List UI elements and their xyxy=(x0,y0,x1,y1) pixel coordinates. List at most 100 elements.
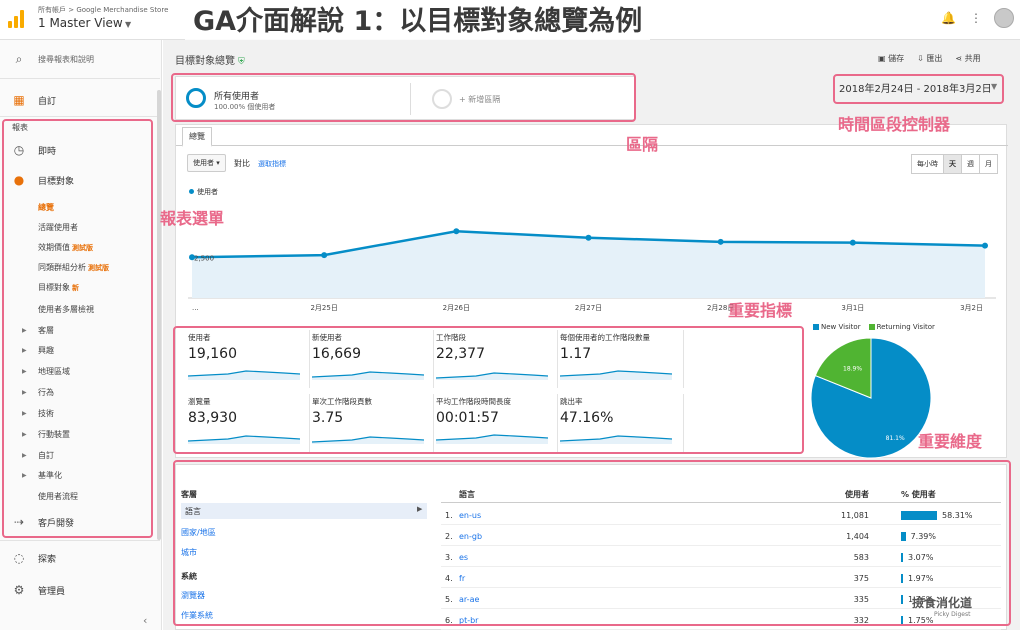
sidebar-item-discover[interactable]: ◌ 探索 xyxy=(0,548,160,568)
row-language-link[interactable]: en-us xyxy=(459,511,481,520)
add-segment-button[interactable]: + 新增區隔 xyxy=(459,94,500,105)
row-language-link[interactable]: es xyxy=(459,553,468,562)
sidebar-group-demographics[interactable]: 客層 xyxy=(38,325,54,336)
metric-tile-pages-per-session[interactable]: 單次工作階段頁數 3.75 xyxy=(312,394,434,452)
row-users: 375 xyxy=(853,574,869,583)
save-button[interactable]: ▣ 儲存 xyxy=(878,53,904,64)
beta-badge: 測試版 xyxy=(88,264,109,272)
account-breadcrumb[interactable]: 所有帳戶 > Google Merchandise Store xyxy=(38,5,168,15)
metric-tile-users[interactable]: 使用者 19,160 xyxy=(188,330,310,388)
bell-icon[interactable]: 🔔 xyxy=(941,11,956,25)
verified-shield-icon: ⛨ xyxy=(238,57,245,67)
metric-dropdown[interactable]: 使用者 ▾ xyxy=(187,154,226,172)
subitem-label: 使用者多層檢視 xyxy=(38,305,94,314)
row-share-bar xyxy=(901,574,903,583)
date-range-picker[interactable]: 2018年2月24日 - 2018年3月2日 xyxy=(839,80,992,95)
sidebar-subitem-lifetime-value[interactable]: 效期價值 測試版 xyxy=(38,242,93,253)
sidebar-group-custom[interactable]: 自訂 xyxy=(38,450,54,461)
expand-triangle-icon[interactable]: ▶ xyxy=(22,431,27,438)
sidebar-group-mobile[interactable]: 行動裝置 xyxy=(38,429,70,440)
granularity-week[interactable]: 週 xyxy=(961,154,980,174)
sidebar-item-custom[interactable]: ▦ 自訂 xyxy=(0,90,160,110)
row-language-link[interactable]: en-gb xyxy=(459,532,482,541)
view-selector[interactable]: 1 Master View xyxy=(38,16,123,30)
sidebar-subitem-overview[interactable]: 總覽 xyxy=(38,202,54,213)
dimension-browser[interactable]: 瀏覽器 xyxy=(181,590,205,601)
dimension-os[interactable]: 作業系統 xyxy=(181,610,213,621)
expand-triangle-icon[interactable]: ▶ xyxy=(22,327,27,334)
row-language-link[interactable]: ar-ae xyxy=(459,595,479,604)
sidebar-group-benchmarking[interactable]: 基準化 xyxy=(38,470,62,481)
table-row[interactable]: 1. en-us 11,081 58.31% xyxy=(441,505,1001,525)
row-language-link[interactable]: fr xyxy=(459,574,465,583)
table-row[interactable]: 2. en-gb 1,404 7.39% xyxy=(441,526,1001,546)
select-metric-link[interactable]: 選取指標 xyxy=(258,159,286,169)
sidebar-group-geo[interactable]: 地理區域 xyxy=(38,366,70,377)
sidebar-item-realtime[interactable]: ◷ 即時 xyxy=(0,140,160,160)
pie-label-returning: 18.9% xyxy=(843,366,862,373)
add-segment-ring-icon[interactable] xyxy=(432,89,452,109)
sidebar-subitem-audiences[interactable]: 目標對象新 xyxy=(38,282,79,293)
expand-triangle-icon[interactable]: ▶ xyxy=(22,452,27,459)
collapse-sidebar-icon[interactable]: ‹ xyxy=(143,614,147,627)
sparkline xyxy=(560,370,672,380)
sidebar-item-label: 即時 xyxy=(38,146,57,157)
sparkline xyxy=(436,434,548,444)
segment-ring-icon xyxy=(186,88,206,108)
tab-overview[interactable]: 總覽 xyxy=(182,127,212,147)
row-pct: 7.39% xyxy=(910,532,936,541)
export-button[interactable]: ⇩ 匯出 xyxy=(917,53,942,64)
sidebar-subitem-active-users[interactable]: 活躍使用者 xyxy=(38,222,78,233)
sidebar-scrollbar[interactable] xyxy=(157,90,161,540)
table-row[interactable]: 4. fr 375 1.97% xyxy=(441,568,1001,588)
metric-tile-bounce-rate[interactable]: 跳出率 47.16% xyxy=(560,394,684,452)
dimension-language[interactable]: 語言 ▶ xyxy=(181,503,427,519)
search-input[interactable]: 搜尋報表和說明 xyxy=(38,54,94,65)
row-language-link[interactable]: pt-br xyxy=(459,616,478,625)
save-icon: ▣ xyxy=(878,54,889,63)
sidebar-group-interests[interactable]: 興趣 xyxy=(38,345,54,356)
sidebar-item-acquisition[interactable]: ⇢ 客戶開發 xyxy=(0,512,160,532)
granularity-month[interactable]: 月 xyxy=(979,154,998,174)
top-bar: 所有帳戶 > Google Merchandise Store 1 Master… xyxy=(0,0,1020,40)
subitem-label: 目標對象 xyxy=(38,283,70,292)
metric-tile-sessions[interactable]: 工作階段 22,377 xyxy=(436,330,558,388)
metric-tile-sessions-per-user[interactable]: 每個使用者的工作階段數量 1.17 xyxy=(560,330,684,388)
column-header-language[interactable]: 語言 xyxy=(459,489,475,500)
more-vert-icon[interactable]: ⋮ xyxy=(970,11,982,25)
sidebar-item-admin[interactable]: ⚙ 管理員 xyxy=(0,580,160,600)
expand-triangle-icon[interactable]: ▶ xyxy=(22,389,27,396)
table-header: 語言 使用者 % 使用者 xyxy=(441,489,1001,503)
table-row[interactable]: 3. es 583 3.07% xyxy=(441,547,1001,567)
sidebar-group-behavior[interactable]: 行為 xyxy=(38,387,54,398)
segment-name: 所有使用者 xyxy=(214,92,260,102)
segment-all-users[interactable]: 所有使用者 100.00% 個使用者 xyxy=(186,85,396,113)
expand-triangle-icon[interactable]: ▶ xyxy=(22,410,27,417)
sidebar-group-technology[interactable]: 技術 xyxy=(38,408,54,419)
dimension-city[interactable]: 城市 xyxy=(181,547,197,558)
dimension-country[interactable]: 國家/地區 xyxy=(181,527,216,538)
sidebar-subitem-cohort[interactable]: 同類群組分析 測試版 xyxy=(38,262,109,273)
sidebar-subitem-user-flow[interactable]: 使用者流程 xyxy=(38,491,78,502)
chevron-down-icon[interactable]: ▼ xyxy=(125,20,131,29)
metric-tile-pageviews[interactable]: 瀏覽量 83,930 xyxy=(188,394,310,452)
column-header-pct-users[interactable]: % 使用者 xyxy=(901,489,936,500)
metric-tile-avg-session-duration[interactable]: 平均工作階段時間長度 00:01:57 xyxy=(436,394,558,452)
sidebar-search[interactable]: ⌕ 搜尋報表和說明 xyxy=(0,50,160,68)
granularity-hourly[interactable]: 每小時 xyxy=(911,154,944,174)
chevron-down-icon[interactable]: ▼ xyxy=(991,82,997,91)
sidebar-item-audience[interactable]: ● 目標對象 xyxy=(0,170,160,190)
column-header-users[interactable]: 使用者 xyxy=(821,489,869,500)
metric-tile-new-users[interactable]: 新使用者 16,669 xyxy=(312,330,434,388)
expand-triangle-icon[interactable]: ▶ xyxy=(22,472,27,479)
avatar[interactable] xyxy=(994,8,1014,28)
analytics-logo-icon[interactable] xyxy=(8,10,26,28)
sidebar-item-label: 目標對象 xyxy=(38,176,75,187)
expand-triangle-icon[interactable]: ▶ xyxy=(22,347,27,354)
sidebar-subitem-user-explorer[interactable]: 使用者多層檢視 xyxy=(38,304,94,315)
expand-triangle-icon[interactable]: ▶ xyxy=(22,368,27,375)
sparkline xyxy=(188,370,300,380)
share-button[interactable]: ⋖ 共用 xyxy=(955,53,980,64)
granularity-day[interactable]: 天 xyxy=(943,154,962,174)
x-tick-label: 3月2日 xyxy=(960,304,983,312)
